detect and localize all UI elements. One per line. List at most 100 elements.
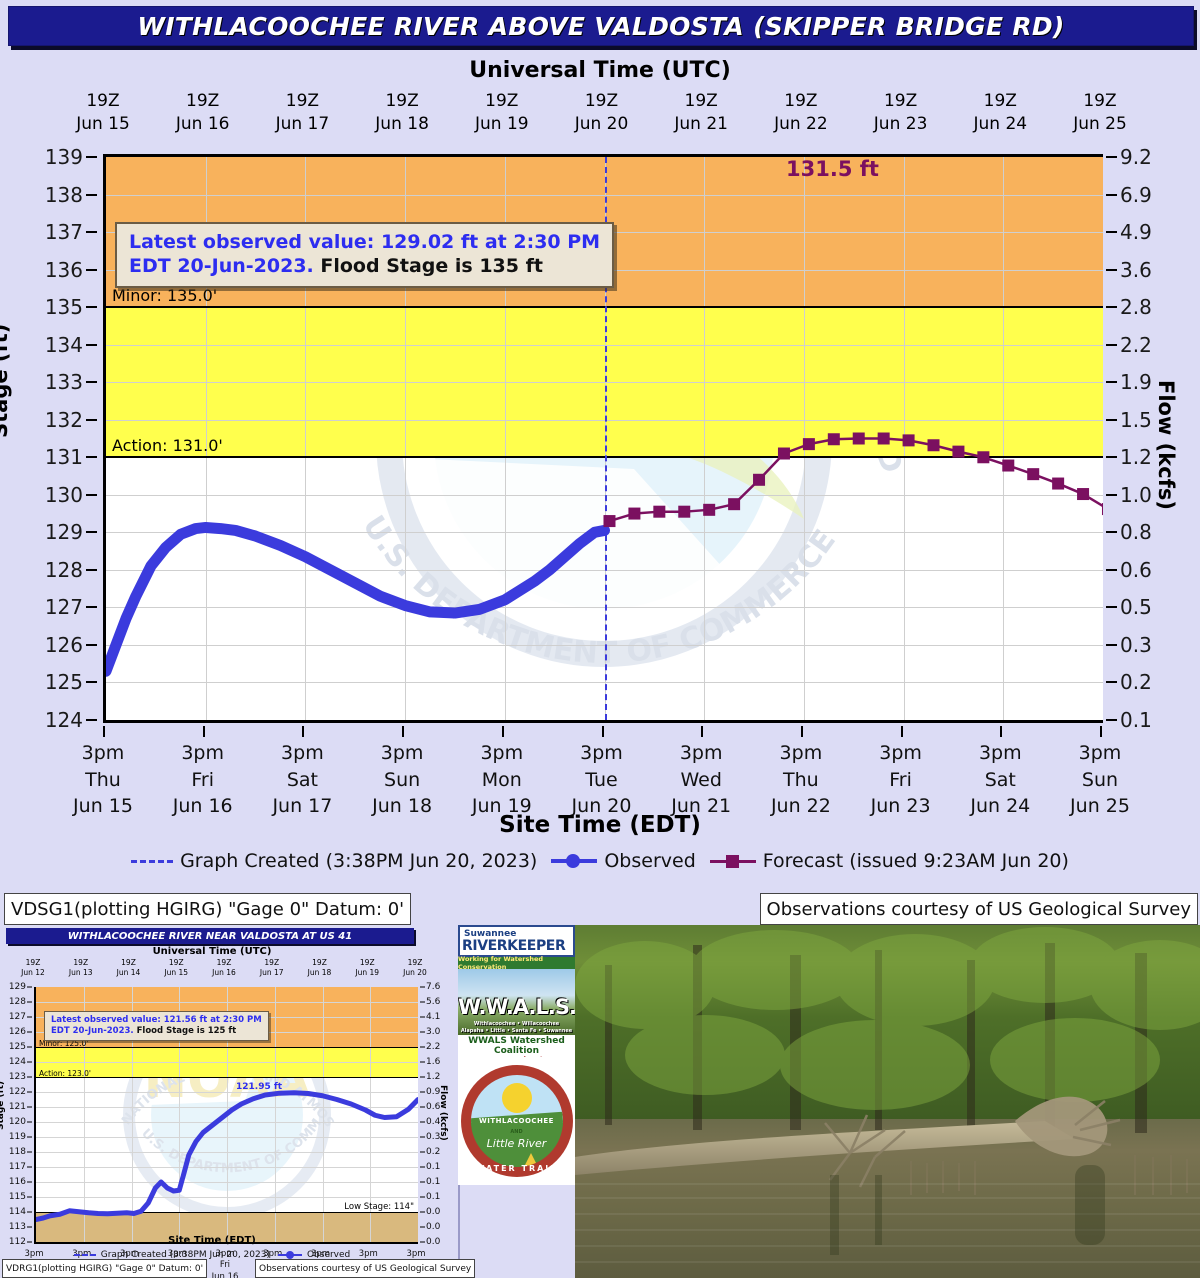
forecast-point-15 [977, 451, 990, 464]
site-tick-4: 3pm Mon Jun 19 [471, 742, 532, 818]
secondary-flow-tick-12: 1.6 [426, 1057, 441, 1067]
forecast-point-4 [703, 503, 716, 516]
site-tick-0: 3pm Thu Jun 15 [73, 742, 133, 818]
stage-tick-125: 125 [44, 670, 83, 695]
secondary-title-bar: WITHLACOOCHEE RIVER NEAR VALDOSTA AT US … [6, 928, 414, 944]
water-trail-river-top: WITHLACOOCHEE [479, 1117, 554, 1125]
secondary-stage-tickmark-118 [27, 1151, 32, 1153]
water-trail-inner: WITHLACOOCHEE AND Little River [470, 1075, 563, 1167]
secondary-utc-tick-4: 19Z Jun 16 [212, 958, 236, 978]
forecast-point-9 [827, 433, 840, 446]
forecast-point-2 [653, 505, 666, 518]
forecast-point-12 [902, 434, 915, 447]
secondary-flow-tick-2: 0.0 [426, 1207, 441, 1217]
annotation-line-2b: Flood Stage is 135 ft [320, 255, 543, 278]
secondary-observations-credit-box: Observations courtesy of US Geological S… [255, 1259, 476, 1278]
secondary-stage-tickmark-114 [27, 1211, 32, 1213]
flow-tickmark-12 [1106, 268, 1117, 271]
secondary-stage-tick-116: 116 [8, 1177, 26, 1187]
site-tickmark-4 [501, 726, 504, 737]
secondary-flow-tickmark-12 [420, 1061, 425, 1063]
secondary-flow-tick-6: 0.2 [426, 1147, 441, 1157]
secondary-flow-tick-16: 5.6 [426, 997, 441, 1007]
stage-tick-139: 139 [44, 145, 83, 169]
water-trail-bottom-text: WATER TRAIL [475, 1164, 558, 1173]
wwals-coalition-name: WWALS Watershed Coalition [468, 1036, 565, 1056]
site-tick-5: 3pm Tue Jun 20 [571, 742, 632, 818]
stage-tick-136: 136 [44, 257, 83, 282]
secondary-observations-credit-text: Observations courtesy of US Geological S… [259, 1263, 472, 1274]
water-trail-and: AND [510, 1129, 523, 1135]
flow-tickmark-2 [1106, 643, 1117, 646]
site-axis-title: Site Time (EDT) [499, 812, 701, 838]
site-tickmark-7 [800, 726, 803, 737]
secondary-flow-tickmark-11 [420, 1076, 425, 1078]
secondary-flow-tickmark-10 [420, 1091, 425, 1093]
secondary-stage-tick-124: 124 [8, 1057, 26, 1067]
flow-tick-8: 1.5 [1120, 407, 1152, 432]
main-chart-legend: Graph Created (3:38PM Jun 20, 2023) Obse… [0, 850, 1200, 872]
site-tick-6: 3pm Wed Jun 21 [671, 742, 732, 818]
stage-tickmark-127 [86, 606, 97, 609]
site-tickmark-9 [1000, 726, 1003, 737]
flow-tick-10: 2.2 [1120, 332, 1152, 357]
flow-tickmark-5 [1106, 531, 1117, 534]
legend-item-created: Graph Created (3:38PM Jun 20, 2023) [131, 850, 537, 872]
forecast-point-13 [927, 439, 940, 452]
secondary-stage-tick-122: 122 [8, 1087, 26, 1097]
secondary-annotation-line-2b: Flood Stage is 125 ft [136, 1026, 237, 1037]
secondary-flow-tickmark-17 [420, 986, 425, 988]
flow-tick-14: 6.9 [1120, 182, 1152, 207]
secondary-flow-tickmark-2 [420, 1211, 425, 1213]
flow-tickmark-15 [1106, 156, 1117, 158]
flow-tick-12: 3.6 [1120, 257, 1152, 282]
utc-tick-2: 19Z Jun 17 [275, 91, 330, 134]
stage-tickmark-136 [86, 268, 97, 271]
stage-tickmark-137 [86, 231, 97, 234]
gage-datum-box: VDSG1(plotting HGIRG) "Gage 0" Datum: 0' [4, 893, 412, 925]
secondary-flow-tickmark-9 [420, 1106, 425, 1108]
secondary-stage-tickmark-129 [27, 986, 32, 988]
flow-tickmark-11 [1106, 306, 1117, 309]
stage-tick-131: 131 [44, 445, 83, 470]
secondary-flow-tick-1: 0.0 [426, 1222, 441, 1232]
wwals-logo-column[interactable]: Suwannee RIVERKEEPER Working for Watersh… [458, 925, 575, 1185]
site-tick-7: 3pm Thu Jun 22 [770, 742, 831, 818]
secondary-stage-tickmark-116 [27, 1181, 32, 1183]
water-trail-logo: WITHLACOOCHEE AND Little River WATER TRA… [458, 1057, 575, 1185]
secondary-flow-tick-3: 0.1 [426, 1192, 441, 1202]
secondary-observed-peak-label: 121.95 ft [236, 1082, 283, 1092]
secondary-utc-tick-6: 19Z Jun 18 [307, 958, 332, 978]
secondary-stage-tickmark-119 [27, 1136, 32, 1138]
secondary-stage-tickmark-127 [27, 1016, 32, 1018]
secondary-footer-row: VDRG1(plotting HGIRG) "Gage 0" Datum: 0'… [0, 1259, 476, 1278]
flow-tickmark-10 [1106, 343, 1117, 346]
forecast-point-17 [1027, 468, 1040, 481]
secondary-stage-tickmark-126 [27, 1031, 32, 1033]
legend-item-forecast: Forecast (issued 9:23AM Jun 20) [709, 850, 1069, 872]
utc-tick-1: 19Z Jun 16 [175, 91, 230, 134]
flow-tick-9: 1.9 [1120, 370, 1152, 395]
forecast-point-8 [802, 438, 815, 451]
secondary-utc-tick-8: 19Z Jun 20 [403, 958, 427, 978]
stage-tickmark-132 [86, 418, 97, 421]
secondary-flow-tick-15: 4.1 [426, 1012, 441, 1022]
secondary-stage-tick-123: 123 [8, 1072, 26, 1082]
flow-tickmark-8 [1106, 418, 1117, 421]
flow-tickmark-13 [1106, 231, 1117, 234]
secondary-flow-axis-title: Flow (kcfs) [438, 1085, 448, 1141]
forecast-point-5 [728, 498, 741, 511]
secondary-utc-tick-2: 19Z Jun 14 [116, 958, 141, 978]
forecast-peak-label: 131.5 ft [786, 157, 879, 181]
wwals-rivers-line-2: Alapaha • Little • Santa Fe • Suwannee [460, 1028, 573, 1034]
annotation-line-2a: EDT 20-Jun-2023. [129, 255, 314, 278]
forecast-point-11 [877, 432, 890, 445]
secondary-flow-tickmark-13 [420, 1046, 425, 1048]
secondary-stage-tick-114: 114 [8, 1207, 26, 1217]
secondary-stage-tickmark-128 [27, 1001, 32, 1003]
secondary-stage-tick-127: 127 [8, 1012, 26, 1022]
secondary-annotation-line-2a: EDT 20-Jun-2023. [51, 1026, 134, 1037]
stage-tickmark-131 [86, 456, 97, 459]
secondary-flow-tickmark-4 [420, 1181, 425, 1183]
stage-tickmark-138 [86, 193, 97, 196]
